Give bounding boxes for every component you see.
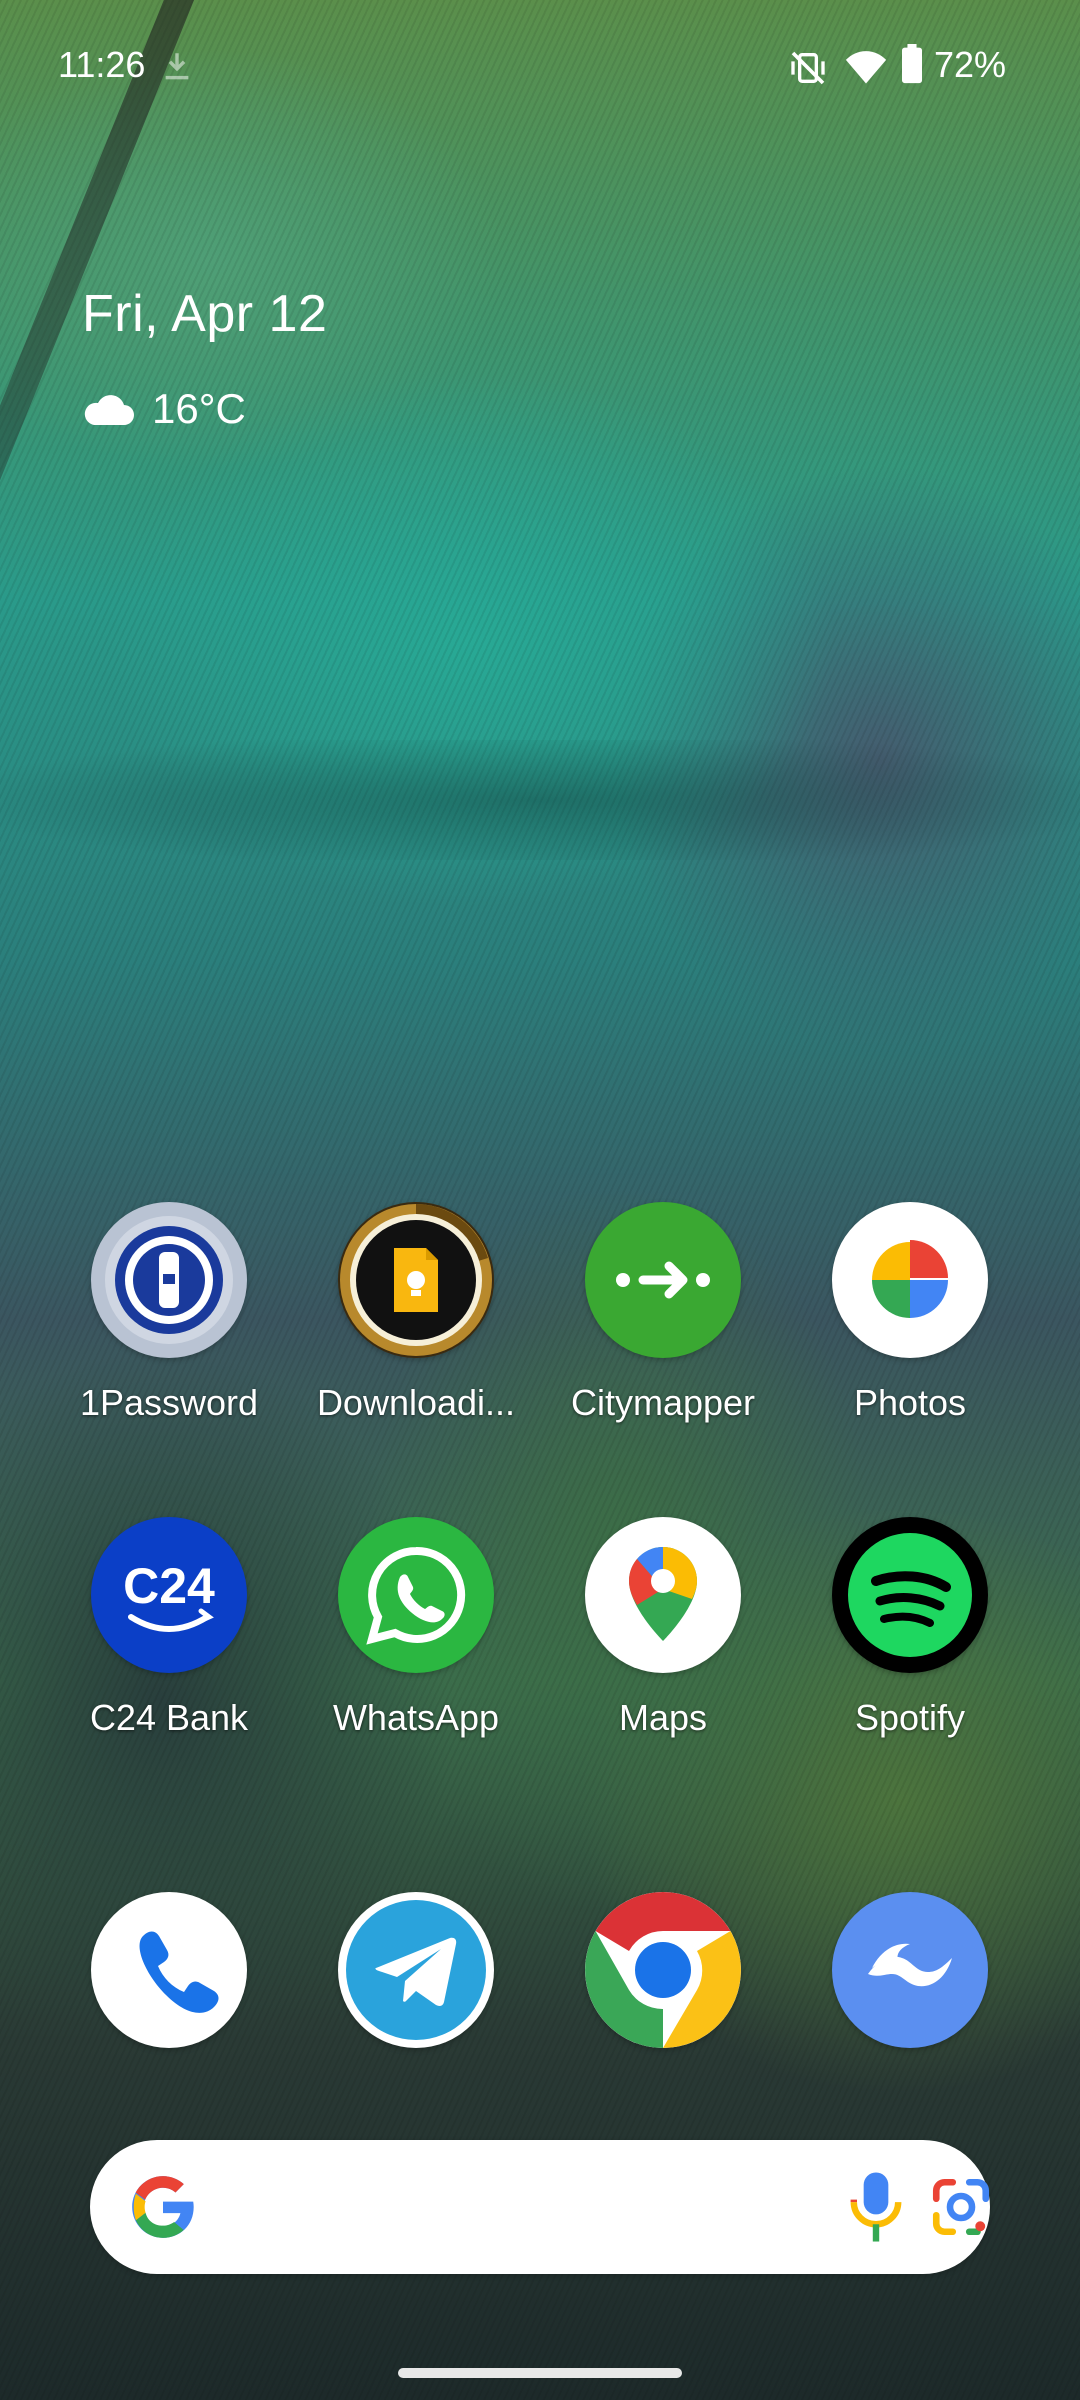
microphone-icon[interactable] <box>845 2170 907 2244</box>
maps-icon <box>585 1517 741 1673</box>
app-downloading[interactable]: Downloadi... <box>306 1202 526 1424</box>
app-label: Maps <box>618 1697 708 1738</box>
app-label: Spotify <box>854 1697 966 1738</box>
dock-app-telegram[interactable] <box>306 1892 526 2048</box>
app-label: 1Password <box>79 1382 259 1423</box>
app-maps[interactable]: Maps <box>553 1517 773 1739</box>
battery-percentage: 72% <box>934 44 1007 85</box>
phone-icon <box>91 1892 247 2048</box>
vibrate-off-icon <box>791 51 825 85</box>
dock-app-wave[interactable] <box>800 1892 1020 2048</box>
whatsapp-icon <box>338 1517 494 1673</box>
c24-bank-icon: C24 <box>91 1517 247 1673</box>
app-c24-bank[interactable]: C24 C24 Bank <box>59 1517 279 1739</box>
1password-icon <box>91 1202 247 1358</box>
cloud-icon <box>84 395 134 425</box>
dock-app-chrome[interactable] <box>553 1892 773 2048</box>
app-label: Photos <box>853 1382 967 1423</box>
c24-logo-text: C24 <box>123 1558 215 1614</box>
app-spotify[interactable]: Spotify <box>800 1517 1020 1739</box>
google-lens-icon[interactable] <box>928 2174 994 2240</box>
glance-weather[interactable]: 16°C <box>82 384 246 434</box>
chrome-icon <box>585 1892 741 2048</box>
app-label: Downloadi... <box>316 1382 516 1423</box>
battery-icon <box>902 44 922 84</box>
app-label: Citymapper <box>570 1382 756 1423</box>
status-time: 11:26 <box>58 44 146 85</box>
google-search-bar[interactable] <box>90 2140 990 2274</box>
status-bar: 11:26 72% <box>0 0 1080 130</box>
google-keep-icon <box>338 1202 494 1358</box>
wallpaper-shade <box>0 740 1080 860</box>
app-icon-wave <box>832 1892 988 2048</box>
app-whatsapp[interactable]: WhatsApp <box>306 1517 526 1739</box>
app-citymapper[interactable]: Citymapper <box>553 1202 773 1424</box>
spotify-icon <box>832 1517 988 1673</box>
wifi-icon <box>845 51 887 84</box>
home-indicator[interactable] <box>398 2368 682 2378</box>
dock-app-phone[interactable] <box>59 1892 279 2048</box>
app-1password[interactable]: 1Password <box>59 1202 279 1424</box>
app-label: WhatsApp <box>332 1697 500 1738</box>
photos-icon <box>832 1202 988 1358</box>
app-photos[interactable]: Photos <box>800 1202 1020 1424</box>
google-g-icon <box>132 2176 194 2238</box>
glance-date[interactable]: Fri, Apr 12 <box>82 284 327 344</box>
download-icon <box>165 53 189 80</box>
telegram-icon <box>338 1892 494 2048</box>
app-label: C24 Bank <box>89 1697 249 1738</box>
citymapper-icon <box>585 1202 741 1358</box>
temperature: 16°C <box>152 385 246 432</box>
